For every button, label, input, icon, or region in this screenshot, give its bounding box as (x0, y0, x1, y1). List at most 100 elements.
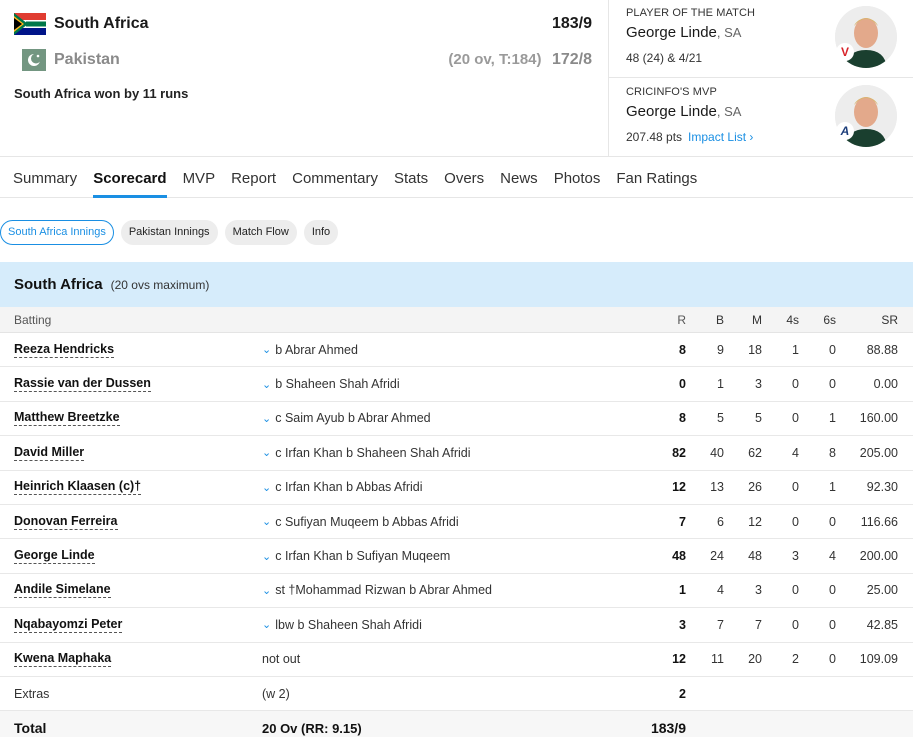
cricinfo-mvp-card[interactable]: CRICINFO'S MVP George Linde, SA 207.48 p… (609, 79, 913, 157)
batter-row: George Linde ⌄ c Irfan Khan b Sufiyan Muqe… (0, 539, 913, 574)
sixes: 8 (829, 445, 836, 460)
batter-name-link[interactable]: David Miller (14, 436, 85, 469)
chevron-down-icon[interactable]: ⌄ (262, 584, 271, 597)
team-row-pakistan[interactable]: Pakistan (20 ov, T:184) 172/8 (14, 47, 592, 73)
tab-news[interactable]: News (500, 158, 538, 198)
chevron-down-icon[interactable]: ⌄ (262, 378, 271, 391)
batter-name-link[interactable]: George Linde (14, 539, 95, 572)
dismissal-text: not out (262, 652, 301, 667)
fours: 0 (792, 583, 799, 598)
batter-name-link[interactable]: Matthew Breetzke (14, 402, 120, 435)
dismissal[interactable]: ⌄ b Abrar Ahmed (262, 333, 358, 366)
chevron-down-icon[interactable]: ⌄ (262, 481, 271, 494)
chevron-down-icon[interactable]: ⌄ (262, 550, 271, 563)
pill-match-flow[interactable]: Match Flow (224, 220, 297, 245)
player-of-the-match-card[interactable]: PLAYER OF THE MATCH George Linde, SA 48 … (609, 0, 913, 78)
chevron-down-icon[interactable]: ⌄ (262, 515, 271, 528)
tab-mvp[interactable]: MVP (183, 158, 216, 198)
impact-list-link[interactable]: Impact List › (688, 130, 753, 144)
runs: 48 (672, 549, 686, 564)
batter-name: George Linde (14, 548, 95, 565)
fours: 0 (792, 480, 799, 495)
batter-name-link[interactable]: Kwena Maphaka (14, 643, 112, 676)
batter-name-link[interactable]: Heinrich Klaasen (c)† (14, 471, 142, 504)
award-player-name[interactable]: George Linde, SA (626, 24, 741, 41)
mvp-points: 207.48 pts (626, 130, 683, 144)
fours: 3 (792, 549, 799, 564)
dismissal[interactable]: ⌄ c Sufiyan Muqeem b Abbas Afridi (262, 505, 459, 538)
extras-value: 2 (679, 686, 686, 701)
balls: 13 (710, 480, 724, 495)
dismissal-text: c Irfan Khan b Abbas Afridi (275, 480, 423, 495)
total-label: Total (14, 720, 47, 737)
runs: 7 (679, 514, 686, 529)
strike-rate: 160.00 (859, 411, 898, 426)
pill-south-africa-innings[interactable]: South Africa Innings (0, 220, 114, 245)
chevron-down-icon[interactable]: ⌄ (262, 618, 271, 631)
team-score: 172/8 (551, 51, 592, 68)
balls: 7 (717, 617, 724, 632)
batter-name: Andile Simelane (14, 582, 111, 599)
player-team: , SA (716, 25, 742, 40)
dismissal[interactable]: ⌄ b Shaheen Shah Afridi (262, 367, 400, 400)
pill-info[interactable]: Info (303, 220, 339, 245)
batter-name-link[interactable]: Donovan Ferreira (14, 505, 118, 538)
strike-rate: 109.09 (859, 652, 898, 667)
score-summary: South Africa 183/9 Pakistan (20 ov, T:18… (0, 0, 608, 157)
minutes: 18 (748, 342, 762, 357)
dismissal[interactable]: ⌄ c Irfan Khan b Shaheen Shah Afridi (262, 436, 471, 469)
batter-name: David Miller (14, 444, 85, 461)
team-row-south-africa[interactable]: South Africa 183/9 (14, 11, 592, 37)
match-header: South Africa 183/9 Pakistan (20 ov, T:18… (0, 0, 913, 157)
tab-commentary[interactable]: Commentary (292, 158, 378, 198)
award-kicker: CRICINFO'S MVP (626, 86, 717, 98)
tab-overs[interactable]: Overs (444, 158, 484, 198)
tab-report[interactable]: Report (231, 158, 276, 198)
chevron-down-icon[interactable]: ⌄ (262, 446, 271, 459)
tab-summary[interactable]: Summary (13, 158, 77, 198)
dismissal[interactable]: ⌄ c Irfan Khan b Abbas Afridi (262, 471, 423, 504)
batter-name-link[interactable]: Reeza Hendricks (14, 333, 115, 366)
dismissal[interactable]: ⌄ c Irfan Khan b Sufiyan Muqeem (262, 539, 450, 572)
tab-scorecard[interactable]: Scorecard (93, 158, 167, 198)
balls: 24 (710, 549, 724, 564)
sponsor-badge-icon: A (836, 122, 854, 140)
header-batting: Batting (14, 312, 52, 327)
batter-name: Matthew Breetzke (14, 410, 120, 427)
team-score-group: (20 ov, T:184) 172/8 (448, 51, 592, 69)
header-balls: B (715, 312, 724, 327)
runs: 8 (679, 411, 686, 426)
header-runs: R (677, 312, 686, 327)
award-player-name[interactable]: George Linde, SA (626, 103, 741, 120)
batter-row: Nqabayomzi Peter ⌄ lbw b Shaheen Shah Afri… (0, 608, 913, 643)
innings-header[interactable]: South Africa (20 ovs maximum) (0, 262, 913, 307)
dismissal[interactable]: ⌄ c Saim Ayub b Abrar Ahmed (262, 402, 431, 435)
tab-stats[interactable]: Stats (394, 158, 428, 198)
extras-row: Extras (w 2) 2 (0, 677, 913, 712)
dismissal-text: st †Mohammad Rizwan b Abrar Ahmed (275, 583, 492, 598)
chevron-down-icon[interactable]: ⌄ (262, 343, 271, 356)
pill-pakistan-innings[interactable]: Pakistan Innings (120, 220, 218, 245)
strike-rate: 0.00 (873, 377, 898, 392)
dismissal-text: b Shaheen Shah Afridi (275, 377, 400, 392)
batter-name-link[interactable]: Rassie van der Dussen (14, 367, 151, 400)
batter-name-link[interactable]: Andile Simelane (14, 574, 111, 607)
dismissal-text: lbw b Shaheen Shah Afridi (275, 617, 422, 632)
batter-row: Kwena Maphaka not out 12 11 20 2 0 109.09 (0, 643, 913, 677)
balls: 11 (711, 652, 724, 667)
batter-row: Donovan Ferreira ⌄ c Sufiyan Muqeem b Abba… (0, 505, 913, 540)
batter-name-link[interactable]: Nqabayomzi Peter (14, 608, 123, 641)
south-africa-flag-icon (14, 13, 46, 35)
dismissal[interactable]: not out (262, 643, 300, 676)
tab-photos[interactable]: Photos (554, 158, 601, 198)
minutes: 3 (755, 377, 762, 392)
dismissal[interactable]: ⌄ lbw b Shaheen Shah Afridi (262, 608, 422, 641)
tab-fan-ratings[interactable]: Fan Ratings (616, 158, 697, 198)
player-team: , SA (716, 104, 742, 119)
sixes: 4 (829, 549, 836, 564)
fours: 0 (792, 617, 799, 632)
chevron-down-icon[interactable]: ⌄ (262, 412, 271, 425)
team-score: 183/9 (551, 15, 592, 32)
sixes: 0 (829, 583, 836, 598)
dismissal[interactable]: ⌄ st †Mohammad Rizwan b Abrar Ahmed (262, 574, 492, 607)
